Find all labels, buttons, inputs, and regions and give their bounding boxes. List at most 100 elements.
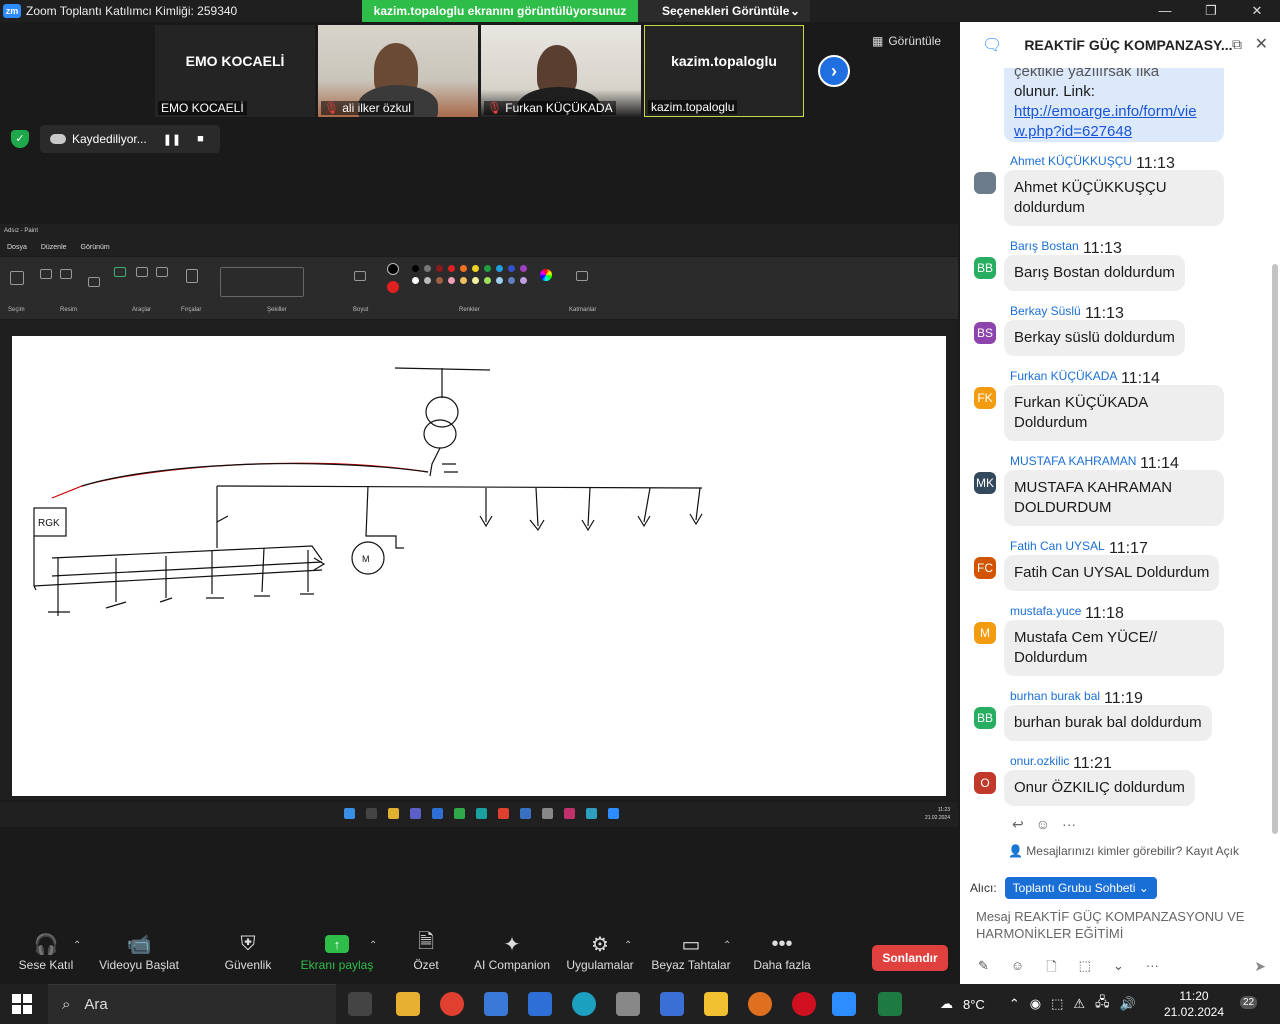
sender-name[interactable]: Fatih Can UYSAL <box>1010 539 1105 553</box>
sender-name[interactable]: Furkan KÜÇÜKADA <box>1010 369 1117 383</box>
format-icon[interactable]: ✎ <box>978 958 989 980</box>
sender-name[interactable]: Berkay Süslü <box>1010 304 1081 318</box>
reply-icon[interactable]: ↩ <box>1012 816 1024 833</box>
calculator-icon[interactable] <box>660 992 684 1016</box>
avatar[interactable]: BB <box>974 707 996 729</box>
close-window-button[interactable]: ✕ <box>1234 0 1280 22</box>
more-icon[interactable]: ··· <box>1146 958 1159 980</box>
color-swatch <box>412 277 419 284</box>
notification-badge[interactable]: 22 <box>1240 996 1258 1009</box>
avatar[interactable]: BS <box>974 322 996 344</box>
participant-tile[interactable]: 🎙 ali ilker özkul <box>318 25 478 117</box>
store-icon[interactable] <box>484 992 508 1016</box>
sender-name[interactable]: Barış Bostan <box>1010 239 1079 253</box>
printer-icon[interactable] <box>616 992 640 1016</box>
chevron-down-icon[interactable]: ⌄ <box>1113 958 1124 980</box>
firefox-icon[interactable] <box>748 992 772 1016</box>
task-view-icon[interactable] <box>348 992 372 1016</box>
message-input[interactable]: Mesaj REAKTİF GÜÇ KOMPANZASYONU VE HARMO… <box>976 908 1256 942</box>
opera-icon[interactable] <box>792 992 816 1016</box>
color-swatch <box>424 277 431 284</box>
tray-icon[interactable]: ⬚ <box>1051 996 1063 1012</box>
security-button[interactable]: ⛨ Güvenlik <box>218 930 278 973</box>
share-screen-button[interactable]: ↑ Ekranı paylaş <box>300 930 374 972</box>
avatar[interactable]: FC <box>974 557 996 579</box>
size-icon <box>354 271 366 281</box>
color-swatch <box>448 265 455 272</box>
send-icon[interactable]: ➤ <box>1254 958 1266 975</box>
chevron-up-icon[interactable]: ⌃ <box>73 940 81 951</box>
recording-label: Kaydediliyor... <box>72 132 147 146</box>
chevron-up-icon[interactable]: ⌃ <box>624 940 632 951</box>
paint-menu-edit[interactable]: Düzenle <box>41 244 67 251</box>
volume-icon[interactable]: 🔊 <box>1120 996 1136 1012</box>
scroll-thumb[interactable] <box>1272 264 1278 834</box>
minimize-button[interactable]: — <box>1142 0 1188 22</box>
whiteboards-button[interactable]: ▭ Beyaz Tahtalar <box>650 930 732 973</box>
sender-name[interactable]: burhan burak bal <box>1010 689 1100 703</box>
avatar[interactable]: MK <box>974 472 996 494</box>
avatar[interactable]: M <box>974 622 996 644</box>
screenshot-icon[interactable]: ⬚ <box>1079 958 1091 980</box>
message-text: Ahmet KÜÇÜKKUŞÇU <box>1014 179 1167 196</box>
view-options-button[interactable]: Seçenekleri Görüntüle ⌄ <box>638 0 810 22</box>
start-button[interactable] <box>12 994 32 1014</box>
file-explorer-icon[interactable] <box>396 992 420 1016</box>
paint-menu-file[interactable]: Dosya <box>7 244 27 251</box>
taskbar-search[interactable]: ⌕ Ara <box>48 984 336 1024</box>
more-button[interactable]: ••• Daha fazla <box>750 930 814 973</box>
view-button-label: Görüntüle <box>888 34 942 48</box>
sender-name[interactable]: onur.ozkilic <box>1010 754 1069 768</box>
chrome-icon[interactable] <box>440 992 464 1016</box>
taskbar-clock[interactable]: 11:20 21.02.2024 <box>1162 988 1226 1020</box>
who-can-see-notice[interactable]: 👤 Mesajlarınızı kimler görebilir? Kayıt … <box>1008 844 1239 858</box>
form-link[interactable]: http://emoarge.info/form/vie w.php?id=627… <box>1014 103 1197 140</box>
pencil-icon <box>114 267 126 277</box>
sender-name[interactable]: MUSTAFA KAHRAMAN <box>1010 454 1136 468</box>
chevron-up-icon[interactable]: ⌃ <box>1009 996 1020 1012</box>
zoom-icon[interactable] <box>832 992 856 1016</box>
sender-name[interactable]: mustafa.yuce <box>1010 604 1081 618</box>
emoji-icon[interactable]: ☺ <box>1036 816 1050 833</box>
chevron-up-icon[interactable]: ⌃ <box>369 940 377 951</box>
avatar[interactable] <box>974 172 996 194</box>
start-video-button[interactable]: 📹 Videoyu Başlat <box>96 930 182 973</box>
popout-icon[interactable]: ⧉ <box>1232 36 1242 53</box>
next-page-button[interactable]: › <box>818 55 850 87</box>
avatar[interactable]: O <box>974 772 996 794</box>
chat-scrollbar[interactable] <box>1272 68 1278 848</box>
recipient-dropdown[interactable]: Toplantı Grubu Sohbeti ⌄ <box>1004 877 1157 899</box>
tray-icon[interactable]: ◉ <box>1030 996 1041 1012</box>
apps-button[interactable]: ⚙ Uygulamalar <box>564 930 636 973</box>
restore-button[interactable]: ❐ <box>1188 0 1234 22</box>
end-meeting-button[interactable]: Sonlandır <box>872 945 948 971</box>
network-icon[interactable]: 🖧 <box>1095 993 1110 1015</box>
color-swatch <box>436 265 443 272</box>
tray-icon[interactable]: ⚠ <box>1073 996 1085 1012</box>
emoji-icon[interactable]: ☺ <box>1011 958 1024 980</box>
paint-canvas[interactable]: RGK M <box>12 336 946 796</box>
chat-message-list[interactable]: çektikle yazılırsak ılka olunur. Link: h… <box>960 68 1280 848</box>
summary-button[interactable]: 🗎 Özet <box>404 930 448 972</box>
sticky-notes-icon[interactable] <box>704 992 728 1016</box>
join-audio-button[interactable]: 🎧 Sese Katıl <box>14 930 78 973</box>
paint-menu-view[interactable]: Görünüm <box>81 244 110 251</box>
stop-recording-button[interactable]: ■ <box>197 133 204 145</box>
participant-tile[interactable]: 🎙 Furkan KÜÇÜKADA <box>481 25 641 117</box>
participant-tile-active[interactable]: kazim.topaloglu kazim.topaloglu <box>644 25 804 117</box>
file-icon[interactable]: 🗋 <box>1046 958 1056 980</box>
avatar[interactable]: FK <box>974 387 996 409</box>
mail-icon[interactable] <box>528 992 552 1016</box>
more-options-icon[interactable]: ··· <box>1062 816 1076 833</box>
close-icon[interactable]: ✕ <box>1255 34 1268 54</box>
participant-tile[interactable]: EMO KOCAELİ EMO KOCAELİ <box>155 25 315 117</box>
view-button[interactable]: ▦ Görüntüle <box>872 34 941 48</box>
avatar[interactable]: BB <box>974 257 996 279</box>
pause-recording-button[interactable]: ❚❚ <box>163 133 181 146</box>
layers-icon <box>576 271 588 281</box>
ai-companion-button[interactable]: ✦ AI Companion <box>470 930 554 973</box>
sender-name[interactable]: Ahmet KÜÇÜKKUŞÇU <box>1010 154 1132 168</box>
edge-icon[interactable] <box>572 992 596 1016</box>
excel-icon[interactable] <box>878 992 902 1016</box>
chevron-up-icon[interactable]: ⌃ <box>723 940 731 951</box>
